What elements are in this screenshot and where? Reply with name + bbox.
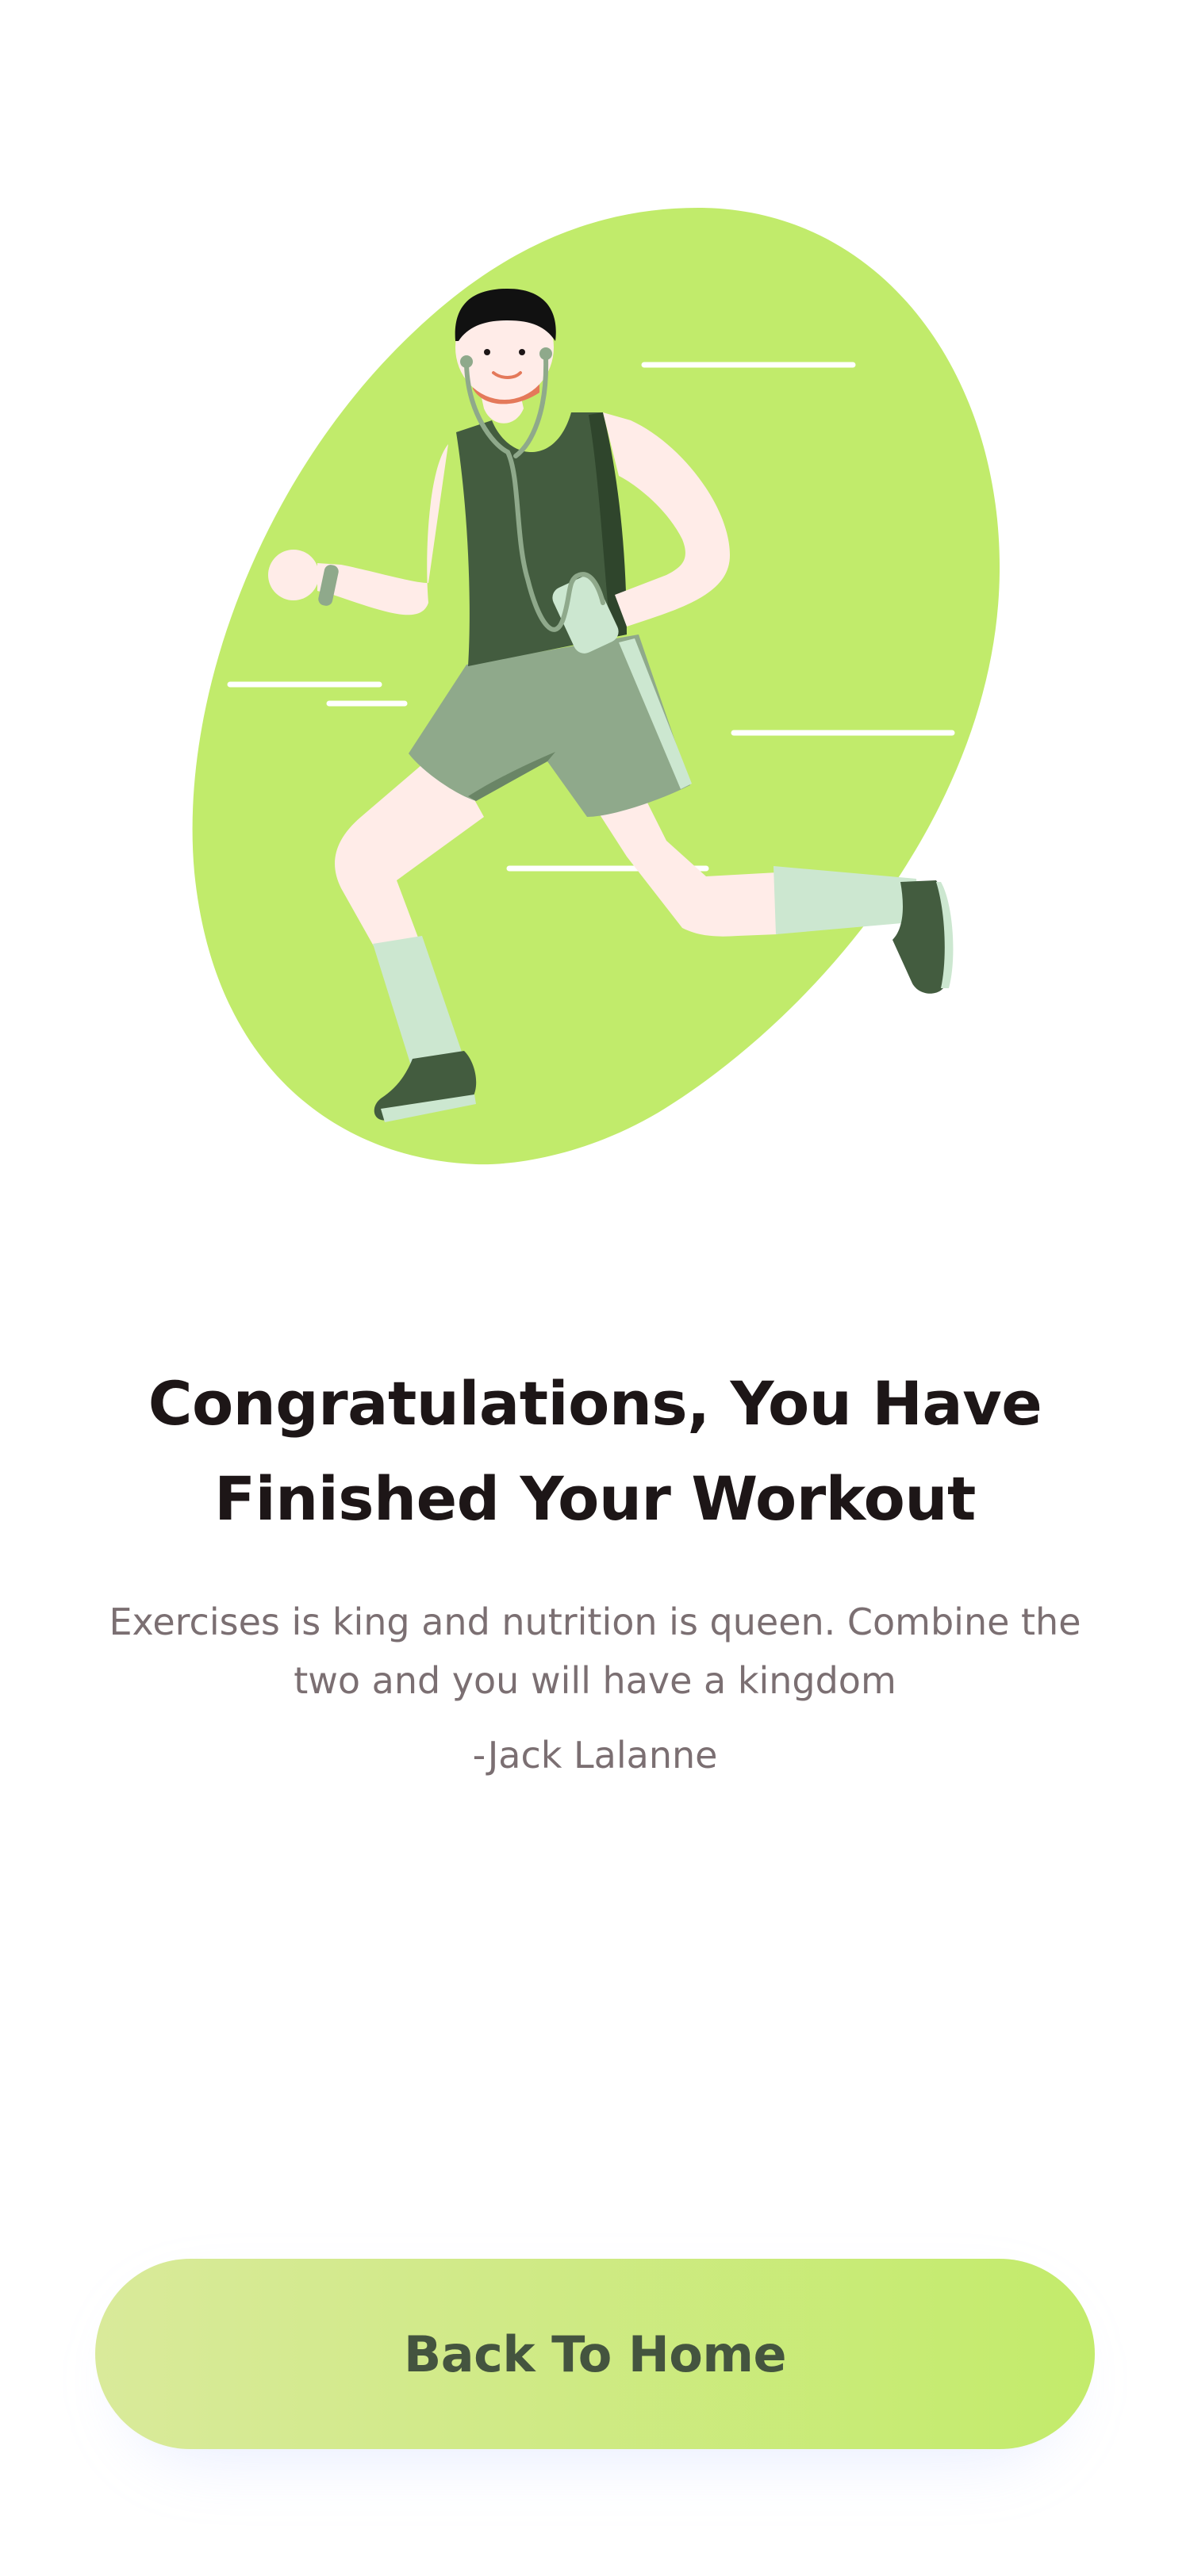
running-man-illustration: [192, 208, 1000, 1165]
page-title: Congratulations, You Have Finished Your …: [79, 1356, 1111, 1547]
back-to-home-label: Back To Home: [403, 2325, 787, 2383]
back-to-home-button[interactable]: Back To Home: [95, 2259, 1095, 2449]
quote-author: -Jack Lalanne: [472, 1734, 718, 1777]
quote-text: Exercises is king and nutrition is queen…: [109, 1600, 1081, 1702]
title-line-1: Congratulations, You Have: [148, 1368, 1042, 1439]
title-line-2: Finished Your Workout: [214, 1463, 976, 1534]
